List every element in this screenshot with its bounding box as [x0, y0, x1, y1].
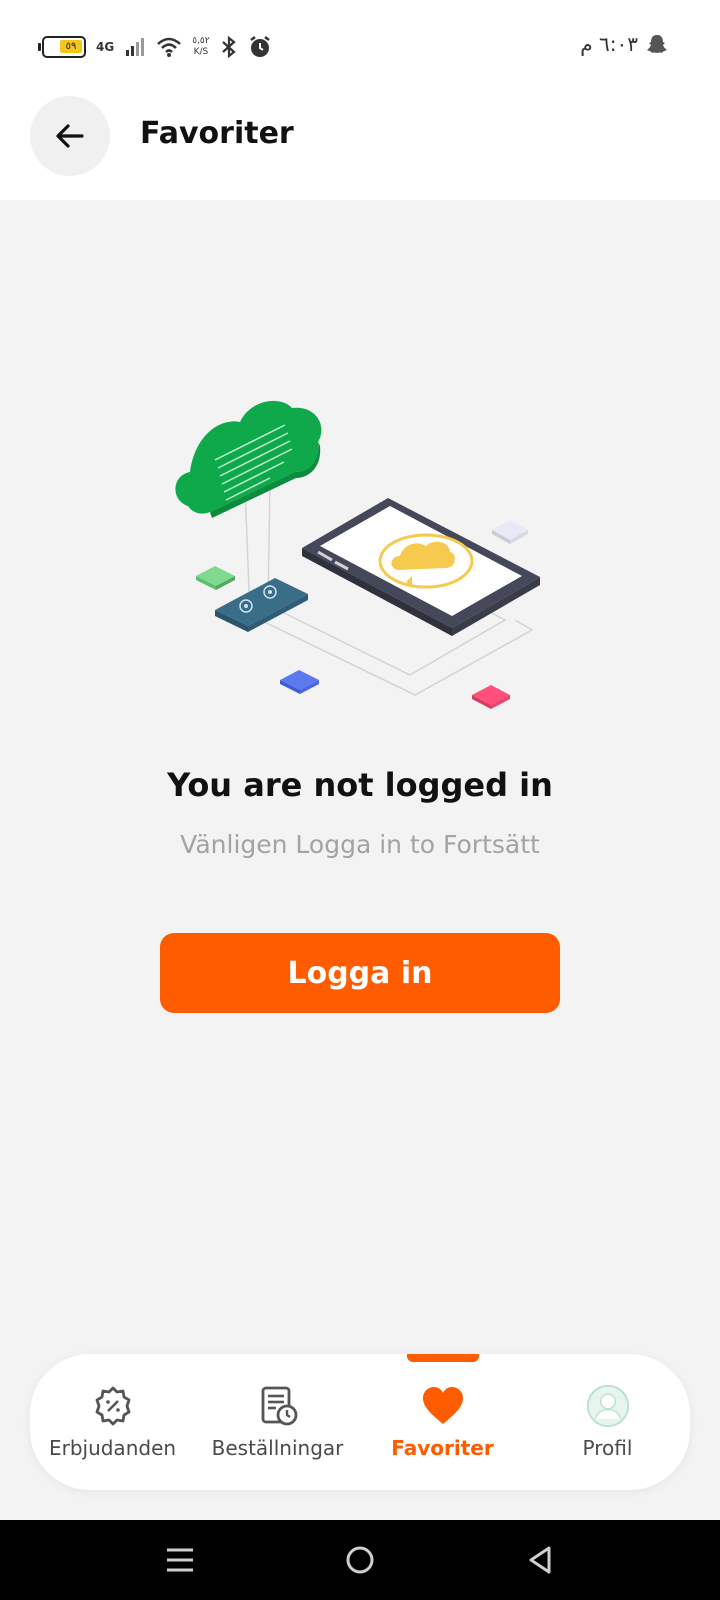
triangle-back-icon [529, 1546, 551, 1574]
nav-item-profil[interactable]: Profil [525, 1384, 690, 1480]
snapchat-icon [647, 35, 667, 53]
back-nav-button[interactable] [520, 1540, 560, 1580]
alarm-icon [249, 36, 270, 57]
nav-label: Beställningar [211, 1436, 344, 1460]
signal-icon [126, 38, 145, 56]
bluetooth-icon [221, 35, 236, 59]
nav-label: Erbjudanden [48, 1436, 177, 1460]
status-icons-left: ٥٩ 4G ٥,٥٢ K/S [38, 30, 272, 64]
clock: ٦:٠٣ م [580, 32, 638, 56]
nav-label: Favoriter [391, 1436, 494, 1460]
arrow-left-icon [56, 124, 84, 148]
nav-label: Profil [582, 1436, 633, 1460]
network-speed: ٥,٥٢ K/S [192, 36, 209, 58]
nav-item-bestallningar[interactable]: Beställningar [195, 1384, 360, 1480]
orders-clock-icon [256, 1384, 300, 1428]
nav-item-erbjudanden[interactable]: Erbjudanden [30, 1384, 195, 1480]
system-navigation-bar [0, 1520, 720, 1600]
page-title: Favoriter [140, 116, 294, 151]
speed-unit: K/S [193, 47, 209, 57]
active-tab-indicator [407, 1354, 479, 1362]
home-button[interactable] [340, 1540, 380, 1580]
status-bar: ٥٩ 4G ٥,٥٢ K/S ٦:٠٣ م [0, 0, 720, 90]
empty-state-subtitle: Vänligen Logga in to Fortsätt [180, 830, 540, 859]
cloud-phone-illustration [175, 400, 540, 709]
empty-state-title: You are not logged in [167, 766, 553, 804]
login-button[interactable]: Logga in [160, 933, 560, 1013]
app-header: Favoriter [0, 90, 720, 200]
status-icons-right: ٦:٠٣ م [580, 32, 668, 56]
speed-value: ٥,٥٢ [192, 36, 210, 46]
battery-level: ٥٩ [60, 40, 82, 53]
nav-item-favoriter[interactable]: Favoriter [360, 1384, 525, 1480]
circle-icon [346, 1546, 374, 1574]
avatar-icon [586, 1384, 630, 1428]
wifi-icon [157, 37, 182, 57]
discount-badge-icon [91, 1384, 135, 1428]
battery-icon: ٥٩ [38, 36, 86, 58]
back-button[interactable] [30, 96, 110, 176]
bottom-navigation: Erbjudanden Beställningar Favoriter Prof… [30, 1354, 690, 1490]
menu-icon [167, 1548, 193, 1572]
heart-icon [421, 1384, 465, 1428]
network-type: 4G [96, 40, 115, 54]
recent-apps-button[interactable] [160, 1540, 200, 1580]
